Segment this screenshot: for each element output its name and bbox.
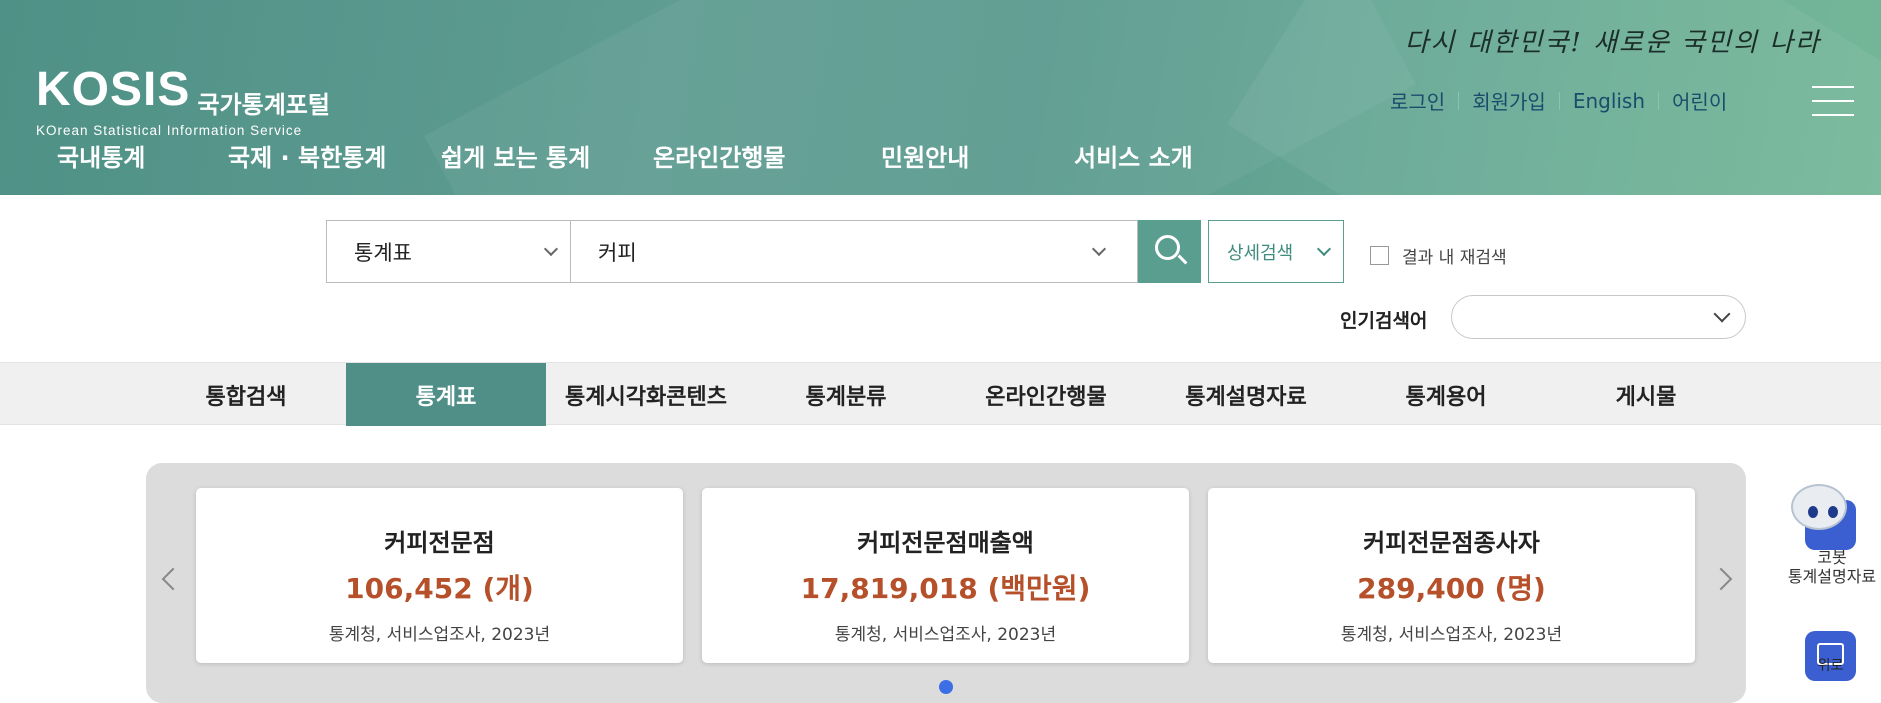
search-input[interactable] [596, 238, 1066, 265]
slogan-text: 다시 대한민국! 새로운 국민의 나라 [1404, 28, 1821, 58]
search-within-results-checkbox[interactable]: 결과 내 재검색 [1370, 243, 1507, 268]
signup-link[interactable]: 회원가입 [1472, 86, 1546, 115]
search-category-value: 통계표 [354, 240, 412, 265]
chevron-down-icon [1316, 241, 1332, 257]
nav-item-international[interactable]: 국제 · 북한통계 [228, 138, 386, 173]
search-result-tabs: 통합검색 통계표 통계시각화콘텐츠 통계분류 온라인간행물 통계설명자료 통계용… [0, 362, 1881, 426]
popular-keywords-select[interactable] [1451, 295, 1746, 339]
popular-keywords-label: 인기검색어 [1340, 310, 1428, 332]
robot-eye [1828, 506, 1838, 518]
site-header: 다시 대한민국! 새로운 국민의 나라 KOSIS 국가통계포털 KOrean … [0, 0, 1881, 195]
scroll-top-label: 위로 [1817, 658, 1844, 674]
nav-item-publications[interactable]: 온라인간행물 [653, 138, 785, 173]
robot-icon [1791, 484, 1847, 530]
divider [1458, 91, 1460, 110]
checkbox-box[interactable] [1370, 246, 1389, 265]
hamburger-menu-icon[interactable] [1812, 86, 1854, 116]
hamburger-bar [1812, 114, 1854, 116]
stat-card[interactable]: 커피전문점매출액 17,819,018 (백만원) 통계청, 서비스업조사, 2… [702, 488, 1189, 663]
tab-glossary[interactable]: 통계용어 [1346, 363, 1546, 426]
search-within-results-label: 결과 내 재검색 [1402, 248, 1507, 268]
utility-links: 로그인 회원가입 English 어린이 [1390, 86, 1727, 115]
divider [1558, 91, 1560, 110]
nav-item-about[interactable]: 서비스 소개 [1074, 138, 1193, 173]
logo-brand: KOSIS [36, 63, 191, 116]
login-link[interactable]: 로그인 [1390, 86, 1445, 115]
logo-subtitle: KOrean Statistical Information Service [36, 123, 303, 138]
main-navigation: 국내통계 국제 · 북한통계 쉽게 보는 통계 온라인간행물 민원안내 서비스 … [0, 138, 1300, 174]
nav-item-domestic[interactable]: 국내통계 [57, 138, 145, 173]
robot-eye [1808, 506, 1818, 518]
hamburger-bar [1812, 86, 1854, 88]
kosis-logo[interactable]: KOSIS 국가통계포털 KOrean Statistical Informat… [36, 63, 330, 139]
stat-card-source: 통계청, 서비스업조사, 2023년 [328, 625, 551, 645]
search-button[interactable] [1138, 220, 1201, 283]
chatbot-label: 코봇 통계설명자료 [1783, 548, 1881, 586]
chatbot-label-line2: 통계설명자료 [1787, 567, 1877, 586]
stat-card-value: 17,819,018 (백만원) [800, 572, 1091, 605]
stat-card[interactable]: 커피전문점종사자 289,400 (명) 통계청, 서비스업조사, 2023년 [1208, 488, 1695, 663]
hamburger-bar [1812, 100, 1854, 102]
tab-posts[interactable]: 게시물 [1546, 363, 1746, 426]
tab-visualization-contents[interactable]: 통계시각화콘텐츠 [546, 363, 746, 426]
tab-statistical-tables[interactable]: 통계표 [346, 363, 546, 426]
stat-card-value: 106,452 (개) [345, 572, 534, 605]
tab-explanatory-materials[interactable]: 통계설명자료 [1146, 363, 1346, 426]
tab-classification[interactable]: 통계분류 [746, 363, 946, 426]
stat-card-value: 289,400 (명) [1357, 572, 1546, 605]
scroll-top-quick-button[interactable]: 위로 [1805, 631, 1856, 681]
stat-card-title: 커피전문점 [384, 529, 495, 557]
tab-online-publications[interactable]: 온라인간행물 [946, 363, 1146, 426]
search-category-select[interactable]: 통계표 [326, 220, 571, 283]
tab-integrated-search[interactable]: 통합검색 [146, 363, 346, 426]
stat-card-source: 통계청, 서비스업조사, 2023년 [834, 625, 1057, 645]
search-input-box[interactable] [570, 220, 1138, 283]
kids-link[interactable]: 어린이 [1672, 86, 1727, 115]
stat-card-title: 커피전문점매출액 [857, 529, 1034, 557]
divider [1658, 91, 1660, 110]
logo-portal-name: 국가통계포털 [197, 91, 330, 119]
stat-card[interactable]: 커피전문점 106,452 (개) 통계청, 서비스업조사, 2023년 [196, 488, 683, 663]
carousel-page-dot[interactable] [939, 680, 953, 694]
stat-card-title: 커피전문점종사자 [1363, 529, 1540, 557]
nav-item-easy-stats[interactable]: 쉽게 보는 통계 [441, 138, 590, 173]
english-link[interactable]: English [1573, 89, 1645, 113]
chatbot-label-line1: 코봇 [1817, 548, 1847, 567]
stat-card-source: 통계청, 서비스업조사, 2023년 [1340, 625, 1563, 645]
chevron-down-icon [1713, 305, 1731, 323]
chevron-down-icon[interactable] [1091, 241, 1107, 257]
nav-item-civil-service[interactable]: 민원안내 [881, 138, 969, 173]
advanced-search-label: 상세검색 [1227, 242, 1294, 264]
advanced-search-button[interactable]: 상세검색 [1208, 220, 1344, 283]
search-icon-handle [1177, 254, 1188, 265]
chevron-down-icon [543, 241, 559, 257]
